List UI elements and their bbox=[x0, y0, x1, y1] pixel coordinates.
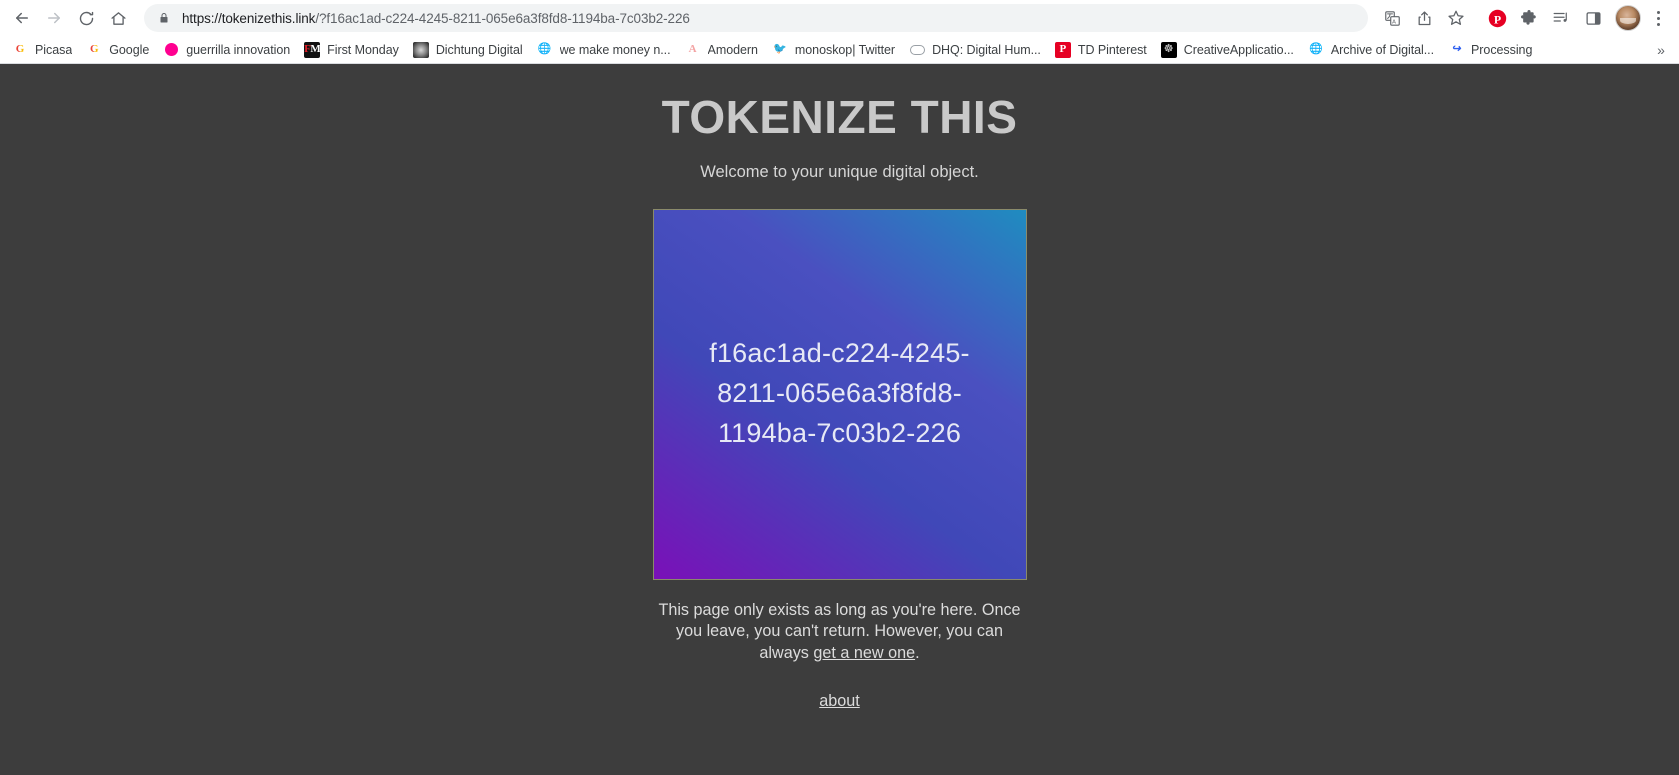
bookmark-label: TD Pinterest bbox=[1077, 42, 1147, 57]
bookmark-item[interactable]: G Google bbox=[80, 38, 157, 62]
menu-dot bbox=[1656, 16, 1660, 20]
bookmark-item[interactable]: A Amodern bbox=[679, 38, 766, 62]
toolbar-icon-group: A P bbox=[1376, 3, 1671, 33]
ephemeral-notice: This page only exists as long as you're … bbox=[652, 600, 1028, 665]
bookmark-label: Picasa bbox=[35, 42, 73, 57]
get-a-new-one-link[interactable]: get a new one bbox=[813, 644, 915, 662]
media-playlist-icon[interactable] bbox=[1546, 3, 1576, 33]
menu-dot bbox=[1656, 22, 1660, 26]
bookmark-item[interactable]: F M First Monday bbox=[298, 38, 407, 62]
dichtung-digital-icon bbox=[412, 41, 429, 58]
back-button[interactable] bbox=[6, 2, 38, 34]
about-link-wrap: about bbox=[819, 692, 860, 711]
bookmark-star-icon[interactable] bbox=[1441, 3, 1471, 33]
side-panel-icon[interactable] bbox=[1578, 3, 1608, 33]
bookmark-item[interactable]: ☸ CreativeApplicatio... bbox=[1155, 38, 1302, 62]
page-content: TOKENIZE THIS Welcome to your unique dig… bbox=[0, 64, 1679, 775]
page-title: TOKENIZE THIS bbox=[661, 91, 1018, 143]
bookmark-label: Archive of Digital... bbox=[1330, 42, 1435, 57]
twitter-icon: 🐦 bbox=[773, 43, 787, 55]
svg-text:A: A bbox=[1392, 19, 1396, 25]
token-gradient-box: f16ac1ad-c224-4245-8211-065e6a3f8fd8-119… bbox=[652, 208, 1027, 580]
url-path: /?f16ac1ad-c224-4245-8211-065e6a3f8fd8-1… bbox=[315, 10, 690, 26]
first-monday-icon: FM bbox=[304, 41, 321, 58]
bookmark-label: Processing bbox=[1471, 42, 1533, 57]
globe-icon: 🌐 bbox=[1309, 43, 1323, 55]
translate-icon[interactable]: A bbox=[1377, 3, 1407, 33]
bookmark-label: monoskop| Twitter bbox=[794, 42, 896, 57]
bookmark-label: DHQ: Digital Hum... bbox=[932, 42, 1041, 57]
bookmark-item[interactable]: DHQ: Digital Hum... bbox=[903, 38, 1049, 62]
pinterest-icon: P bbox=[1054, 41, 1071, 58]
extensions-puzzle-icon[interactable] bbox=[1514, 3, 1544, 33]
bookmark-label: we make money n... bbox=[559, 42, 671, 57]
menu-dot bbox=[1656, 10, 1660, 14]
forward-button[interactable] bbox=[38, 2, 70, 34]
share-icon[interactable] bbox=[1409, 3, 1439, 33]
url-host: https://tokenizethis.link bbox=[182, 10, 316, 26]
creative-applications-icon: ☸ bbox=[1160, 41, 1177, 58]
bookmark-label: Dichtung Digital bbox=[435, 42, 523, 57]
chrome-menu-button[interactable] bbox=[1645, 3, 1671, 33]
bookmark-item[interactable]: P TD Pinterest bbox=[1049, 38, 1155, 62]
svg-text:P: P bbox=[1493, 12, 1500, 26]
bookmark-item[interactable]: 🌐 we make money n... bbox=[531, 38, 679, 62]
google-g-icon: G bbox=[12, 42, 28, 58]
lock-icon bbox=[158, 11, 172, 25]
pink-dot-icon bbox=[163, 42, 179, 58]
bookmark-item[interactable]: 🌐 Archive of Digital... bbox=[1302, 38, 1442, 62]
bookmark-item[interactable]: 🐦 monoskop| Twitter bbox=[766, 38, 903, 62]
bookmark-item[interactable]: G Picasa bbox=[6, 38, 80, 62]
bookmark-label: CreativeApplicatio... bbox=[1183, 42, 1294, 57]
address-bar[interactable]: https://tokenizethis.link/?f16ac1ad-c224… bbox=[144, 4, 1368, 32]
bookmark-item[interactable]: guerrilla innovation bbox=[157, 38, 298, 62]
bookmark-label: guerrilla innovation bbox=[186, 42, 291, 57]
bookmarks-bar: G Picasa G Google guerrilla innovation F M Firs… bbox=[0, 36, 1679, 64]
home-button[interactable] bbox=[102, 2, 134, 34]
ephemeral-notice-period: . bbox=[915, 643, 920, 662]
processing-icon: ↪ bbox=[1451, 43, 1461, 55]
browser-window: https://tokenizethis.link/?f16ac1ad-c224… bbox=[0, 0, 1679, 775]
avatar[interactable] bbox=[1615, 5, 1641, 31]
google-g-icon: G bbox=[86, 42, 102, 58]
browser-toolbar: https://tokenizethis.link/?f16ac1ad-c224… bbox=[0, 0, 1679, 36]
bookmark-label: Google bbox=[109, 42, 150, 57]
bookmark-item[interactable]: Dichtung Digital bbox=[407, 38, 531, 62]
bookmark-label: First Monday bbox=[327, 42, 399, 57]
reload-button[interactable] bbox=[70, 2, 102, 34]
about-link[interactable]: about bbox=[819, 692, 860, 710]
dhq-icon bbox=[909, 42, 925, 58]
token-id-text: f16ac1ad-c224-4245-8211-065e6a3f8fd8-119… bbox=[709, 338, 970, 449]
amodern-icon: A bbox=[688, 43, 697, 55]
bookmark-item[interactable]: ↪ Processing bbox=[1442, 38, 1540, 62]
url-text: https://tokenizethis.link/?f16ac1ad-c224… bbox=[182, 11, 690, 26]
page-subtitle: Welcome to your unique digital object. bbox=[700, 162, 979, 181]
bookmarks-overflow-button[interactable]: » bbox=[1649, 38, 1673, 62]
bookmark-label: Amodern bbox=[707, 42, 758, 57]
pinterest-extension-icon[interactable]: P bbox=[1482, 3, 1512, 33]
globe-icon: 🌐 bbox=[537, 43, 552, 55]
